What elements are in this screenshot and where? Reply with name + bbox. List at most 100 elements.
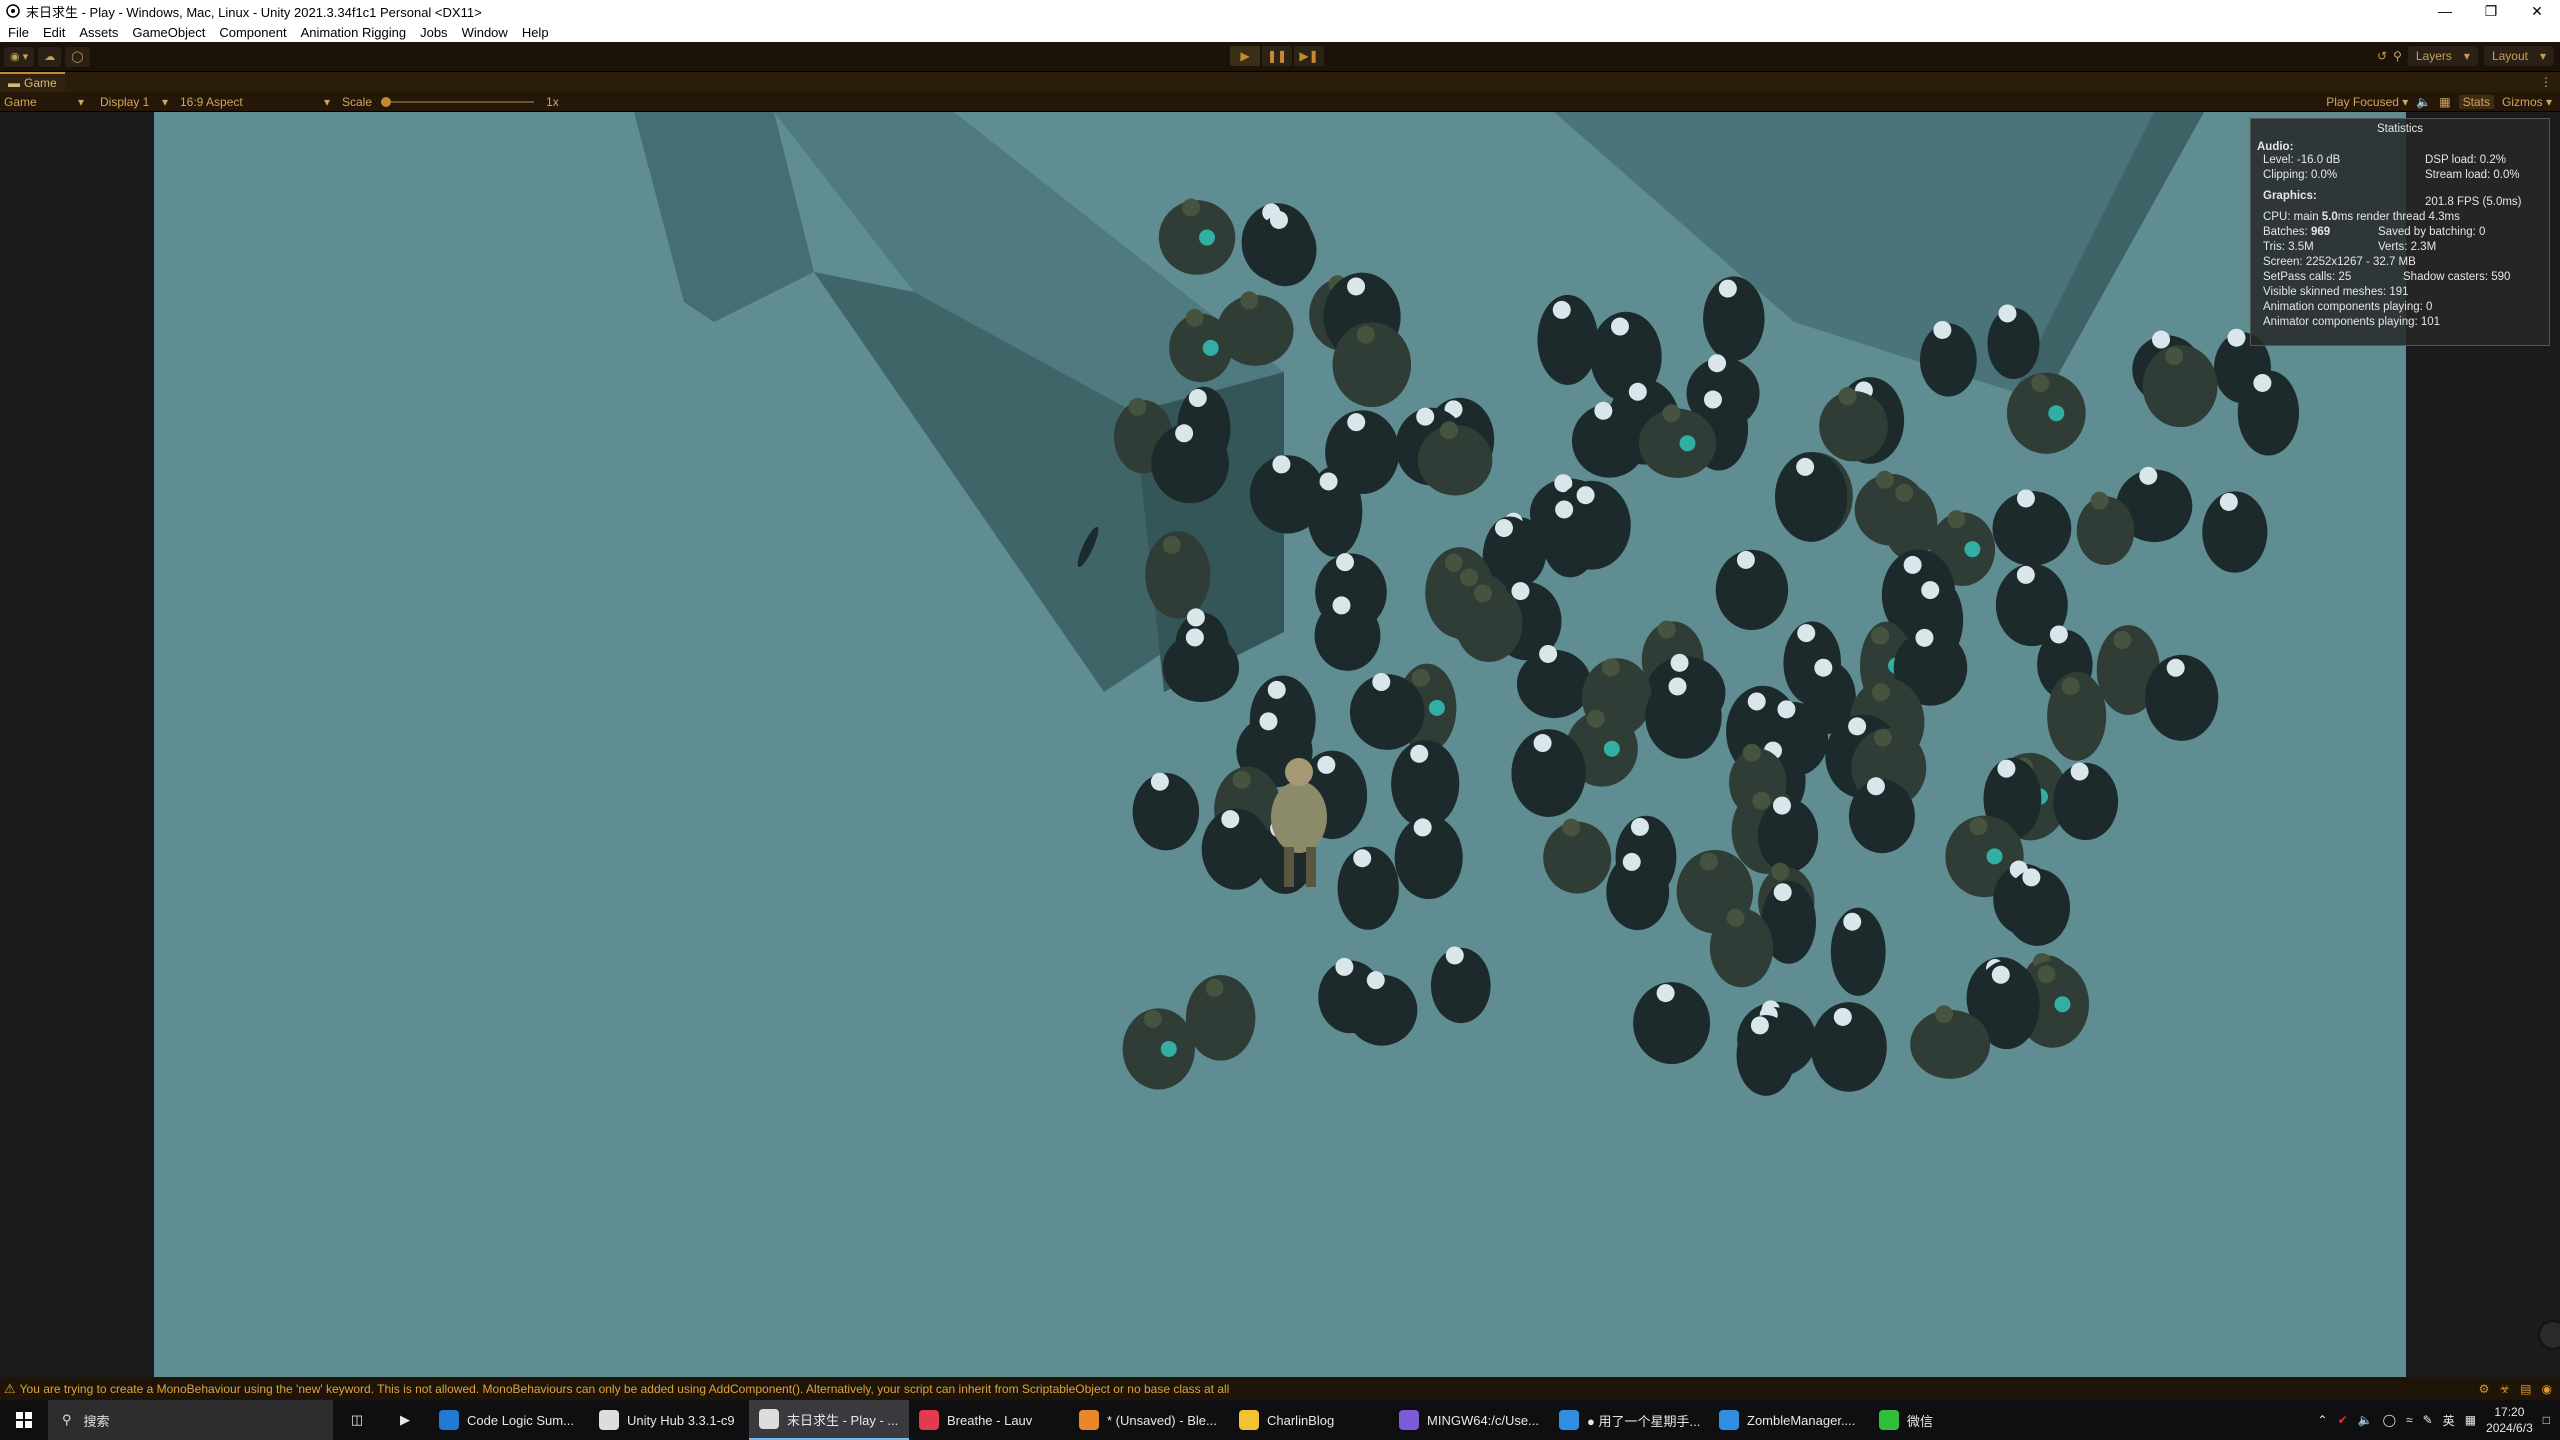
layers-dropdown[interactable]: Layers ▾ — [2407, 46, 2478, 66]
pen-icon[interactable]: ✎ — [2423, 1413, 2433, 1427]
play-button[interactable]: ▶ — [1230, 46, 1260, 66]
taskbar-app-3[interactable]: Breathe - Lauv — [909, 1400, 1069, 1440]
zombie-head — [1833, 1007, 1852, 1026]
gizmos-button[interactable]: Gizmos ▾ — [2502, 95, 2552, 109]
taskbar-app-5[interactable]: CharlinBlog — [1229, 1400, 1389, 1440]
game-viewport[interactable] — [154, 112, 2406, 1377]
aspect-dropdown[interactable]: 16:9 Aspect ▾ — [176, 95, 334, 109]
display-dropdown[interactable]: Display 1 ▾ — [96, 95, 172, 109]
side-collapse-button[interactable] — [2538, 1320, 2560, 1350]
view-dropdown[interactable]: Game ▾ — [0, 95, 88, 109]
chevron-up-icon[interactable]: ⌃ — [2318, 1413, 2328, 1427]
zombie-head — [1372, 673, 1391, 692]
tab-game[interactable]: ▬ Game — [0, 72, 65, 92]
zombie-head — [1921, 581, 1940, 600]
mute-audio-icon[interactable]: 🔈 — [2416, 95, 2431, 109]
menu-assets[interactable]: Assets — [79, 25, 118, 40]
menu-edit[interactable]: Edit — [43, 25, 65, 40]
input-language[interactable]: 英 — [2443, 1412, 2455, 1429]
game-scene-render — [634, 112, 2300, 1096]
scale-slider-thumb[interactable] — [381, 96, 392, 107]
zombie-head — [1736, 550, 1755, 569]
taskbar-app-6[interactable]: MINGW64:/c/Use... — [1389, 1400, 1549, 1440]
taskbar-app-label: Unity Hub 3.3.1-c9 — [627, 1412, 735, 1428]
pause-button[interactable]: ❚❚ — [1262, 46, 1292, 66]
search-placeholder: 搜索 — [83, 1413, 110, 1429]
taskbar-app-2[interactable]: 末日求生 - Play - ... — [749, 1400, 909, 1440]
stats-button[interactable]: Stats — [2458, 94, 2494, 109]
search-icon[interactable]: ⚲ — [2393, 49, 2402, 63]
status-message[interactable]: You are trying to create a MonoBehaviour… — [20, 1382, 2479, 1396]
taskbar-apps: Code Logic Sum... Unity Hub 3.3.1-c9 末日求生 … — [429, 1400, 2029, 1440]
zombie-head — [2016, 565, 2035, 584]
taskbar-app-label: ● 用了一个星期手... — [1587, 1413, 1701, 1429]
network-icon[interactable]: ◯ — [2383, 1413, 2396, 1427]
taskbar-search[interactable]: ⚲ 搜索 — [48, 1400, 333, 1440]
clock[interactable]: 17:20 2024/6/3 — [2486, 1404, 2533, 1436]
media-player-button[interactable]: ▶ — [381, 1400, 429, 1440]
zombie-head — [1332, 596, 1351, 615]
menu-component[interactable]: Component — [219, 25, 286, 40]
zombie-horde — [1113, 198, 2300, 1096]
zombie-head — [1188, 389, 1207, 408]
keyboard-shortcuts-icon[interactable]: ▦ — [2439, 95, 2450, 109]
zombie-head — [1997, 759, 2016, 778]
task-view-button[interactable]: ◫ — [333, 1400, 381, 1440]
account-button[interactable]: ◉ ▾ — [4, 46, 35, 67]
wifi-icon[interactable]: ≈ — [2406, 1413, 2413, 1427]
history-icon[interactable]: ↺ — [2377, 49, 2387, 63]
cloud-button[interactable]: ☁ — [38, 46, 62, 67]
taskbar-app-4[interactable]: * (Unsaved) - Ble... — [1069, 1400, 1229, 1440]
cloud-icon: ☁ — [44, 51, 56, 63]
scale-label: Scale — [342, 94, 373, 109]
collab-button[interactable]: ◯ — [65, 46, 90, 67]
zombie-head — [1576, 486, 1595, 505]
menu-help[interactable]: Help — [522, 25, 549, 40]
taskbar-app-label: Breathe - Lauv — [947, 1412, 1033, 1428]
volume-icon[interactable]: 🔈 — [2358, 1413, 2373, 1427]
minimize-icon[interactable]: — — [2422, 0, 2468, 22]
layout-dropdown[interactable]: Layout ▾ — [2483, 46, 2554, 66]
zombie-head — [1444, 553, 1463, 572]
close-icon[interactable]: ✕ — [2514, 0, 2560, 22]
menu-window[interactable]: Window — [462, 25, 508, 40]
step-button[interactable]: ▶❚ — [1294, 46, 1324, 66]
stats-tris: Tris: 3.5M — [2263, 241, 2314, 253]
bug-icon[interactable]: ☣ — [2499, 1382, 2510, 1396]
taskbar-app-0[interactable]: Code Logic Sum... — [429, 1400, 589, 1440]
taskbar-app-9[interactable]: 微信 — [1869, 1400, 2029, 1440]
progress-icon[interactable]: ⚙ — [2479, 1382, 2490, 1396]
calendar-icon[interactable]: ▦ — [2465, 1413, 2476, 1427]
console-status-bar[interactable]: ⚠ You are trying to create a MonoBehavio… — [0, 1377, 2560, 1400]
taskbar-app-8[interactable]: ZombleManager.... — [1709, 1400, 1869, 1440]
debug-icon[interactable]: ◉ — [2542, 1382, 2552, 1396]
menu-file[interactable]: File — [8, 25, 29, 40]
warning-icon: ⚠ — [4, 1380, 16, 1396]
notifications-icon[interactable]: □ — [2543, 1413, 2550, 1427]
app-icon — [1879, 1410, 1899, 1430]
zombie-head — [1742, 743, 1761, 762]
zombie-head — [2227, 328, 2246, 347]
antivirus-icon[interactable]: ✔ — [2338, 1413, 2348, 1427]
zombie-head — [1699, 852, 1718, 871]
start-button[interactable] — [0, 1400, 48, 1440]
restore-icon[interactable]: ❐ — [2468, 0, 2514, 22]
menu-jobs[interactable]: Jobs — [420, 25, 447, 40]
menu-animation-rigging[interactable]: Animation Rigging — [301, 25, 407, 40]
scale-slider[interactable] — [381, 96, 535, 107]
app-icon — [1399, 1410, 1419, 1430]
zombie-head — [1796, 457, 1815, 476]
zombie-glow — [1160, 1040, 1177, 1057]
zombie-head — [1933, 320, 1952, 339]
zombie-head — [1873, 728, 1892, 747]
play-icon: ▶ — [1240, 49, 1250, 63]
menu-gameobject[interactable]: GameObject — [132, 25, 205, 40]
taskbar-app-label: 微信 — [1907, 1413, 1934, 1429]
cache-icon[interactable]: ▤ — [2520, 1382, 2531, 1396]
zombie-head — [1440, 421, 1459, 440]
taskbar-app-7[interactable]: ● 用了一个星期手... — [1549, 1400, 1709, 1440]
zombie-head — [1622, 852, 1641, 871]
taskbar-app-1[interactable]: Unity Hub 3.3.1-c9 — [589, 1400, 749, 1440]
more-options-icon[interactable]: ⋮ — [2540, 75, 2552, 89]
play-focus-dropdown[interactable]: Play Focused ▾ — [2326, 95, 2408, 109]
